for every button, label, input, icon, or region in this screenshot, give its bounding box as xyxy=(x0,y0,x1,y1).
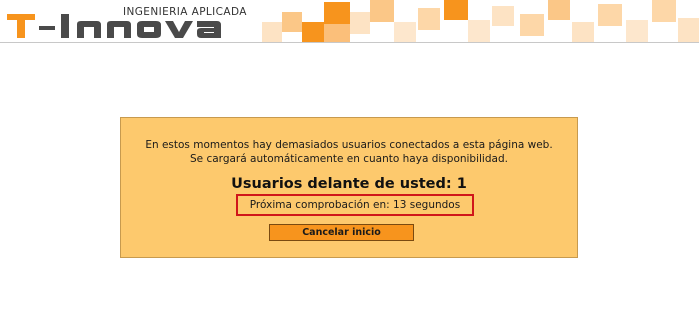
page-header: INGENIERIA APLICADA xyxy=(0,0,699,43)
cancel-button[interactable]: Cancelar inicio xyxy=(269,224,414,241)
company-logo[interactable]: INGENIERIA APLICADA xyxy=(5,0,255,42)
queue-panel: En estos momentos hay demasiados usuario… xyxy=(120,117,578,258)
logo-wordmark xyxy=(7,14,221,38)
queue-message-line-1: En estos momentos hay demasiados usuario… xyxy=(145,139,553,151)
next-check-countdown: Próxima comprobación en: 13 segundos xyxy=(236,194,474,216)
queue-message-line-2: Se cargará automáticamente en cuanto hay… xyxy=(190,153,508,165)
users-ahead-counter: Usuarios delante de usted: 1 xyxy=(231,176,467,192)
queue-message: En estos momentos hay demasiados usuario… xyxy=(121,138,577,166)
